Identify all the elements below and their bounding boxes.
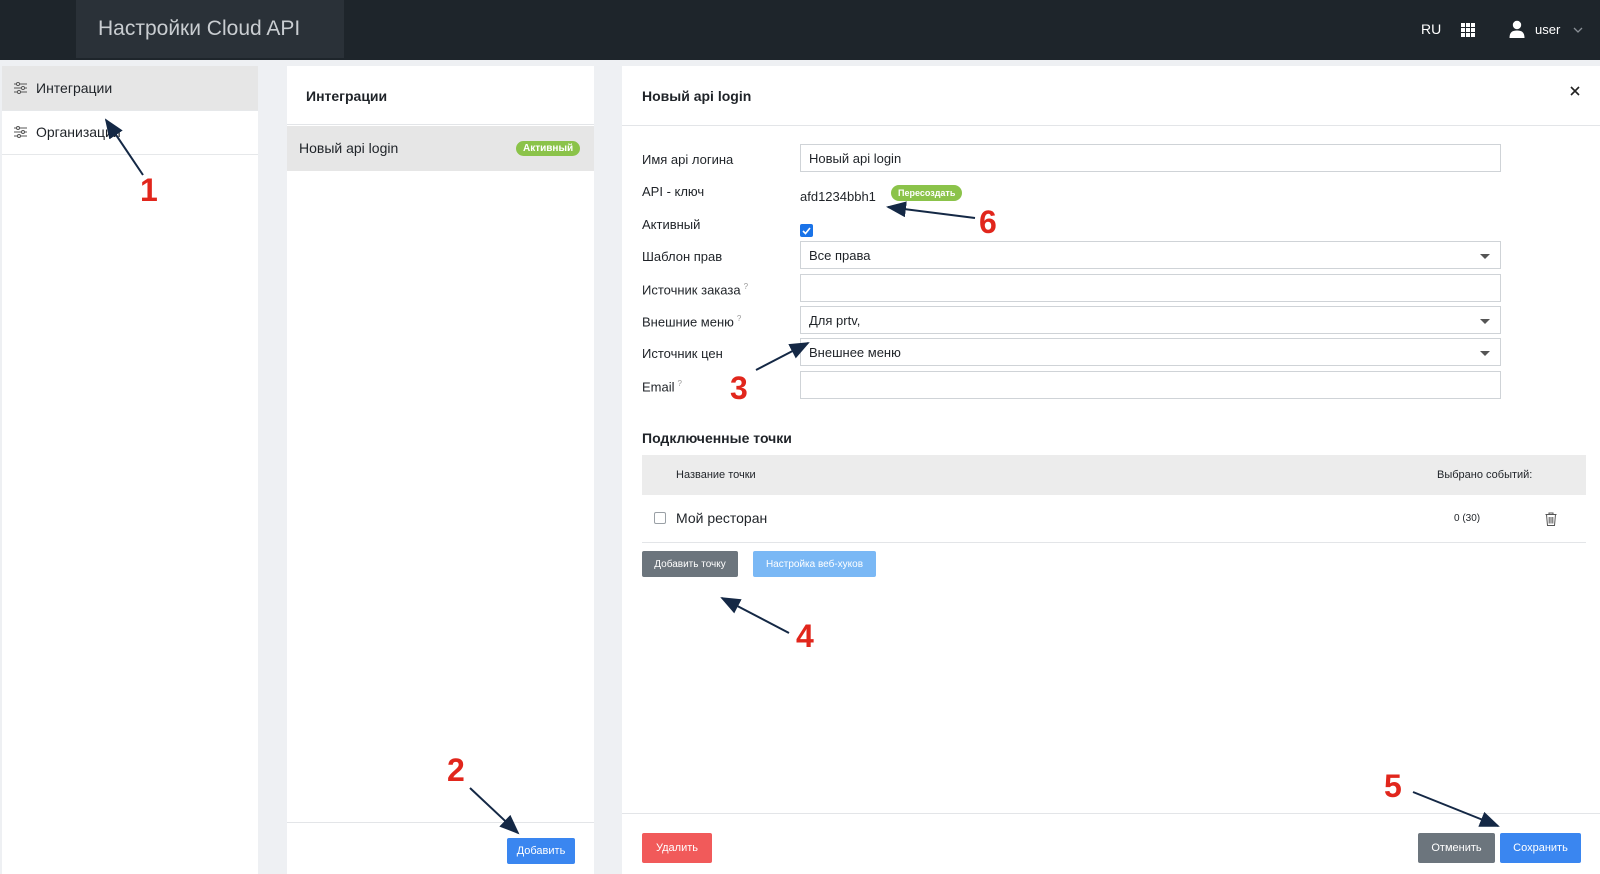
- login-name-input[interactable]: Новый api login: [800, 144, 1501, 172]
- app-title-block: Настройки Cloud API: [76, 0, 344, 58]
- language-switcher[interactable]: RU: [1421, 21, 1441, 37]
- email-label: Email?: [642, 379, 682, 395]
- editor-title: Новый api login: [642, 88, 752, 104]
- external-menus-label: Внешние меню?: [642, 314, 742, 330]
- integrations-title: Интеграции: [306, 88, 388, 104]
- cancel-button[interactable]: Отменить: [1418, 833, 1495, 863]
- external-menus-select[interactable]: Для prtv,: [800, 306, 1501, 334]
- annotation-number-1: 1: [140, 172, 158, 208]
- caret-down-icon: [1480, 351, 1490, 356]
- user-icon[interactable]: [1509, 20, 1525, 38]
- help-icon[interactable]: ?: [737, 314, 741, 323]
- annotation-number-6: 6: [979, 204, 997, 240]
- top-bar: Настройки Cloud API RU user: [0, 0, 1600, 60]
- price-source-label: Источник цен: [642, 346, 723, 361]
- active-checkbox[interactable]: [800, 224, 813, 237]
- table-row: Мой ресторан 0 (30): [642, 497, 1586, 543]
- sidebar: Интеграции Организации: [2, 66, 258, 874]
- caret-down-icon: [1480, 254, 1490, 259]
- rights-template-label: Шаблон прав: [642, 249, 723, 264]
- save-button[interactable]: Сохранить: [1500, 833, 1581, 863]
- annotation-number-2: 2: [447, 752, 465, 788]
- app-title: Настройки Cloud API: [98, 17, 301, 40]
- add-point-button[interactable]: Добавить точку: [642, 551, 738, 577]
- apps-grid-icon[interactable]: [1461, 23, 1475, 37]
- events-count: 0 (30): [1454, 513, 1481, 524]
- regenerate-key-button[interactable]: Пересоздать: [891, 185, 963, 201]
- select-value: Внешнее меню: [809, 344, 901, 360]
- points-table-header: Название точки Выбрано событий:: [642, 455, 1586, 495]
- integrations-panel: Интеграции Новый api login Активный Доба…: [287, 66, 594, 874]
- connected-points-title: Подключенные точки: [642, 430, 792, 446]
- divider: [287, 124, 594, 125]
- annotation-number-3: 3: [730, 370, 748, 406]
- annotation-number-4: 4: [796, 618, 814, 654]
- select-value: Для prtv,: [809, 312, 861, 328]
- user-menu[interactable]: user: [1535, 22, 1560, 37]
- sliders-icon: [14, 82, 27, 94]
- point-name: Мой ресторан: [676, 510, 768, 526]
- select-value: Все права: [809, 247, 871, 263]
- integration-editor: Новый api login Имя api логина Новый api…: [622, 66, 1600, 874]
- webhooks-settings-button[interactable]: Настройка веб-хуков: [753, 551, 876, 577]
- email-input[interactable]: [800, 371, 1501, 399]
- integration-list-item[interactable]: Новый api login Активный: [287, 126, 594, 171]
- divider: [622, 813, 1600, 814]
- column-header-name: Название точки: [676, 469, 756, 481]
- sliders-icon: [14, 126, 27, 138]
- caret-down-icon: [1480, 319, 1490, 324]
- help-icon[interactable]: ?: [744, 282, 748, 291]
- rights-template-select[interactable]: Все права: [800, 241, 1501, 269]
- integration-name: Новый api login: [299, 140, 399, 156]
- divider: [287, 822, 594, 823]
- sidebar-item-organizations[interactable]: Организации: [2, 110, 258, 155]
- check-icon: [802, 226, 811, 235]
- add-integration-button[interactable]: Добавить: [507, 838, 575, 864]
- api-key-label: API - ключ: [642, 184, 705, 199]
- divider: [622, 125, 1600, 126]
- column-header-events: Выбрано событий:: [1437, 469, 1533, 481]
- order-source-input[interactable]: [800, 274, 1501, 302]
- help-icon[interactable]: ?: [678, 379, 682, 388]
- close-icon[interactable]: [1568, 84, 1582, 98]
- sidebar-item-label: Интеграции: [36, 80, 113, 96]
- api-key-value: afd1234bbh1: [800, 189, 876, 204]
- trash-icon[interactable]: [1545, 512, 1557, 526]
- sidebar-item-label: Организации: [36, 124, 121, 140]
- price-source-select[interactable]: Внешнее меню: [800, 338, 1501, 366]
- active-label: Активный: [642, 217, 701, 232]
- chevron-down-icon[interactable]: [1573, 26, 1583, 34]
- delete-button[interactable]: Удалить: [642, 833, 712, 863]
- sidebar-item-integrations[interactable]: Интеграции: [2, 66, 258, 111]
- row-checkbox[interactable]: [654, 512, 666, 524]
- login-name-label: Имя api логина: [642, 152, 734, 167]
- annotation-number-5: 5: [1384, 768, 1402, 804]
- order-source-label: Источник заказа?: [642, 282, 749, 298]
- status-badge: Активный: [516, 141, 581, 156]
